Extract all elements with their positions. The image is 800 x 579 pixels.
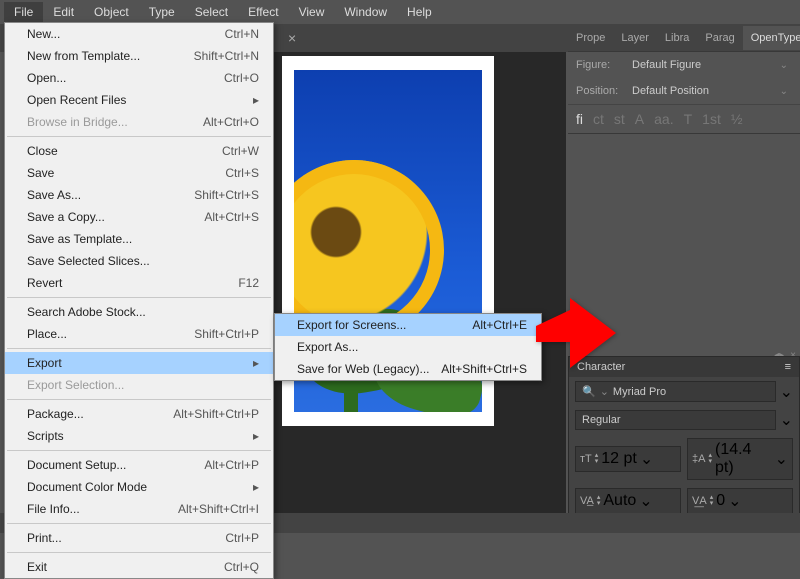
tracking-icon: V͟A [692, 495, 707, 507]
file-menu-dropdown: New...Ctrl+NNew from Template...Shift+Ct… [4, 22, 274, 579]
opentype-feature-icon[interactable]: ½ [731, 111, 743, 127]
menu-item-search-adobe-stock[interactable]: Search Adobe Stock... [5, 301, 273, 323]
menu-view[interactable]: View [289, 2, 335, 22]
menu-item-revert[interactable]: RevertF12 [5, 272, 273, 294]
font-size-field[interactable]: ᴛT ▴▾ 12 pt ⌄ [575, 446, 681, 472]
stepper-icon[interactable]: ▴▾ [597, 495, 601, 507]
stepper-icon[interactable]: ▴▾ [595, 453, 599, 465]
menu-select[interactable]: Select [185, 2, 238, 22]
menu-separator [7, 348, 271, 349]
menu-item-export-selection: Export Selection... [5, 374, 273, 396]
menu-item-open-recent-files[interactable]: Open Recent Files▸ [5, 89, 273, 111]
tab-prope[interactable]: Prope [568, 26, 613, 50]
menu-item-document-setup[interactable]: Document Setup...Alt+Ctrl+P [5, 454, 273, 476]
annotation-arrow [536, 298, 616, 373]
position-row: Position: Default Position ⌄ [568, 78, 800, 104]
menu-item-save-as-template[interactable]: Save as Template... [5, 228, 273, 250]
opentype-feature-icon[interactable]: st [614, 111, 625, 127]
tracking-field[interactable]: V͟A ▴▾ 0 ⌄ [687, 488, 793, 514]
submenu-arrow-icon: ▸ [253, 429, 259, 443]
menu-item-save-for-web-legacy[interactable]: Save for Web (Legacy)...Alt+Shift+Ctrl+S [275, 358, 541, 380]
menu-edit[interactable]: Edit [43, 2, 84, 22]
font-family-select[interactable]: 🔍 ⌄ Myriad Pro [575, 381, 776, 402]
tab-opentype[interactable]: OpenType [743, 26, 800, 50]
menu-item-place[interactable]: Place...Shift+Ctrl+P [5, 323, 273, 345]
submenu-arrow-icon: ▸ [253, 480, 259, 494]
menu-effect[interactable]: Effect [238, 2, 288, 22]
figure-label: Figure: [576, 59, 622, 71]
menu-separator [7, 297, 271, 298]
menu-separator [7, 523, 271, 524]
search-icon: 🔍 [582, 385, 596, 398]
leading-icon: ‡A [692, 453, 705, 465]
menu-item-export-for-screens[interactable]: Export for Screens...Alt+Ctrl+E [275, 314, 541, 336]
menu-file[interactable]: File [4, 2, 43, 22]
opentype-icon-row: fictst Aaa. T 1st ½ [568, 104, 800, 134]
menu-item-close[interactable]: CloseCtrl+W [5, 140, 273, 162]
submenu-arrow-icon: ▸ [253, 356, 259, 370]
position-select[interactable]: Default Position ⌄ [628, 83, 792, 99]
menu-item-print[interactable]: Print...Ctrl+P [5, 527, 273, 549]
chevron-down-icon: ⌄ [780, 86, 788, 97]
menu-item-package[interactable]: Package...Alt+Shift+Ctrl+P [5, 403, 273, 425]
position-label: Position: [576, 85, 622, 97]
menu-item-file-info[interactable]: File Info...Alt+Shift+Ctrl+I [5, 498, 273, 520]
menu-item-save-selected-slices[interactable]: Save Selected Slices... [5, 250, 273, 272]
menu-item-scripts[interactable]: Scripts▸ [5, 425, 273, 447]
figure-select[interactable]: Default Figure ⌄ [628, 57, 792, 73]
menu-item-new-from-template[interactable]: New from Template...Shift+Ctrl+N [5, 45, 273, 67]
panel-menu-icon[interactable]: ≡ [785, 361, 791, 373]
font-style-select[interactable]: Regular [575, 410, 776, 430]
menu-item-open[interactable]: Open...Ctrl+O [5, 67, 273, 89]
stepper-icon[interactable]: ▴▾ [710, 495, 714, 507]
menu-item-document-color-mode[interactable]: Document Color Mode▸ [5, 476, 273, 498]
opentype-feature-icon[interactable]: A [635, 111, 644, 127]
stepper-icon[interactable]: ▴▾ [708, 453, 712, 465]
menu-item-exit[interactable]: ExitCtrl+Q [5, 556, 273, 578]
menu-item-save[interactable]: SaveCtrl+S [5, 162, 273, 184]
menu-object[interactable]: Object [84, 2, 139, 22]
menu-separator [7, 136, 271, 137]
opentype-feature-icon[interactable]: fi [576, 111, 583, 127]
font-size-icon: ᴛT [580, 453, 592, 465]
menu-item-save-as[interactable]: Save As...Shift+Ctrl+S [5, 184, 273, 206]
menu-item-new[interactable]: New...Ctrl+N [5, 23, 273, 45]
tab-parag[interactable]: Parag [697, 26, 742, 50]
export-submenu: Export for Screens...Alt+Ctrl+EExport As… [274, 313, 542, 381]
menu-item-export[interactable]: Export▸ [5, 352, 273, 374]
panel-tabs: PropeLayerLibraParagOpenType [568, 24, 800, 52]
figure-row: Figure: Default Figure ⌄ [568, 52, 800, 78]
chevron-down-icon[interactable]: ⌄ [780, 382, 793, 402]
character-panel: Character ≡ 🔍 ⌄ Myriad Pro ⌄ Regular ⌄ ᴛ… [568, 356, 800, 519]
menu-separator [7, 399, 271, 400]
opentype-feature-icon[interactable]: 1st [702, 111, 721, 127]
menu-item-save-a-copy[interactable]: Save a Copy...Alt+Ctrl+S [5, 206, 273, 228]
menubar: FileEditObjectTypeSelectEffectViewWindow… [0, 0, 800, 24]
tab-close-icon[interactable]: × [280, 26, 304, 50]
opentype-feature-icon[interactable]: aa. [654, 111, 673, 127]
opentype-feature-icon[interactable]: ct [593, 111, 604, 127]
menu-separator [7, 552, 271, 553]
tab-layer[interactable]: Layer [613, 26, 657, 50]
kerning-field[interactable]: VA̲ ▴▾ Auto ⌄ [575, 488, 681, 514]
chevron-down-icon[interactable]: ⌄ [780, 410, 793, 430]
kerning-icon: VA̲ [580, 495, 594, 507]
tab-libra[interactable]: Libra [657, 26, 697, 50]
chevron-down-icon: ⌄ [780, 60, 788, 71]
opentype-feature-icon[interactable]: T [684, 111, 693, 127]
menu-item-browse-in-bridge: Browse in Bridge...Alt+Ctrl+O [5, 111, 273, 133]
menu-separator [7, 450, 271, 451]
submenu-arrow-icon: ▸ [253, 93, 259, 107]
menu-help[interactable]: Help [397, 2, 442, 22]
menu-item-export-as[interactable]: Export As... [275, 336, 541, 358]
menu-window[interactable]: Window [334, 2, 397, 22]
menu-type[interactable]: Type [139, 2, 185, 22]
leading-field[interactable]: ‡A ▴▾ (14.4 pt) ⌄ [687, 438, 793, 480]
